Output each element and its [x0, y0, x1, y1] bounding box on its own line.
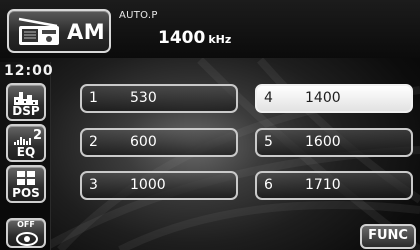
preset-frequency: 600 — [130, 134, 157, 150]
preset-button-4[interactable]: 4 1400 — [255, 84, 413, 113]
frequency-display: 1400 kHz — [158, 28, 231, 48]
source-label: AM — [67, 20, 106, 44]
mode-indicator: AUTO.P — [119, 10, 158, 21]
eq-button[interactable]: 2 EQ — [6, 124, 46, 162]
preset-button-6[interactable]: 6 1710 — [255, 171, 413, 200]
preset-frequency: 1000 — [130, 177, 166, 193]
pos-label: POS — [12, 186, 40, 200]
eq-preset-number: 2 — [33, 128, 43, 143]
preset-frequency: 1400 — [305, 90, 341, 106]
preset-number: 5 — [264, 134, 273, 150]
off-label: OFF — [17, 220, 35, 229]
pos-button[interactable]: POS — [6, 165, 46, 203]
preset-button-1[interactable]: 1 530 — [80, 84, 238, 113]
clock: 12:00 — [4, 63, 54, 79]
header-bar: AM AUTO.P 1400 kHz — [0, 0, 420, 58]
preset-number: 1 — [89, 90, 98, 106]
preset-button-3[interactable]: 3 1000 — [80, 171, 238, 200]
radio-screen: AM AUTO.P 1400 kHz 12:00 DSP 2 EQ POS OF… — [0, 0, 420, 250]
preset-number: 6 — [264, 177, 273, 193]
eq-label: EQ — [16, 145, 36, 159]
preset-button-2[interactable]: 2 600 — [80, 128, 238, 157]
dsp-label: DSP — [12, 104, 40, 118]
radio-icon — [18, 17, 59, 45]
preset-number: 4 — [264, 90, 273, 106]
preset-button-5[interactable]: 5 1600 — [255, 128, 413, 157]
speaker-off-button[interactable]: OFF — [6, 218, 46, 248]
frequency-value: 1400 — [158, 28, 206, 48]
dsp-button[interactable]: DSP — [6, 83, 46, 121]
preset-frequency: 1710 — [305, 177, 341, 193]
preset-number: 2 — [89, 134, 98, 150]
frequency-unit: kHz — [208, 33, 232, 46]
speaker-off-icon — [16, 232, 38, 246]
preset-frequency: 1600 — [305, 134, 341, 150]
preset-number: 3 — [89, 177, 98, 193]
preset-frequency: 530 — [130, 90, 157, 106]
source-button[interactable]: AM — [7, 9, 111, 53]
func-button[interactable]: FUNC — [360, 224, 416, 249]
